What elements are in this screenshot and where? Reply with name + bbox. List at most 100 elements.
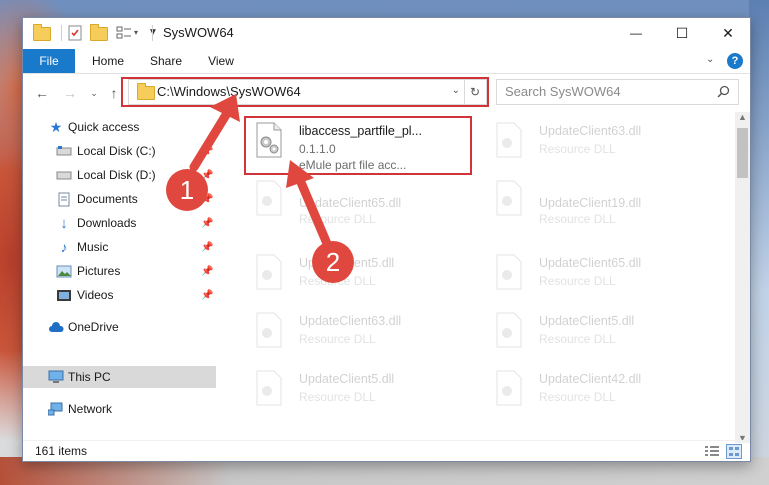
file-item[interactable]: UpdateClient5.dll Resource DLL [246, 250, 476, 302]
dll-file-icon [496, 312, 522, 348]
search-icon [717, 85, 730, 98]
file-name: UpdateClient63.dll [299, 314, 402, 328]
drive-icon [56, 168, 72, 182]
sidebar-item-local-disk-d[interactable]: Local Disk (D:) 📌 [23, 164, 216, 186]
tab-share[interactable]: Share [143, 49, 189, 73]
maximize-button[interactable]: ☐ [659, 18, 705, 48]
music-icon: ♪ [60, 239, 68, 255]
drive-icon [56, 144, 72, 158]
sidebar-item-label: Pictures [77, 264, 121, 278]
expand-ribbon-icon[interactable]: ⌄ [706, 54, 714, 65]
file-type: Resource DLL [299, 390, 376, 404]
pin-icon[interactable]: 📌 [201, 290, 213, 301]
properties-icon[interactable] [68, 25, 82, 41]
file-type: Resource DLL [539, 142, 616, 156]
file-type: Resource DLL [539, 212, 616, 226]
maximize-icon: ☐ [675, 24, 689, 41]
computer-icon [48, 370, 64, 384]
file-name: UpdateClient5.dll [299, 372, 395, 386]
sidebar-item-local-disk-c[interactable]: Local Disk (C:) 📌 [23, 140, 216, 162]
file-name: UpdateClient65.dll [299, 196, 402, 210]
pin-icon[interactable]: 📌 [201, 218, 213, 229]
scrollbar-thumb[interactable] [737, 128, 748, 178]
dll-file-icon [256, 254, 282, 290]
dll-file-icon [256, 370, 282, 406]
file-name: UpdateClient5.dll [539, 314, 635, 328]
sidebar-item-pictures[interactable]: Pictures 📌 [23, 260, 216, 282]
title-bar: ▾ ▼ SysWOW64 — ☐ ✕ [23, 18, 750, 48]
dll-file-icon [496, 180, 522, 216]
tab-file[interactable]: File [23, 49, 75, 73]
sidebar-item-label: Local Disk (D:) [77, 168, 156, 182]
search-input[interactable]: Search SysWOW64 [496, 79, 739, 105]
file-item[interactable]: UpdateClient5.dll Resource DLL [486, 308, 716, 360]
ribbon-tabs: File Home Share View ? ⌄ [23, 49, 750, 74]
scroll-up-icon[interactable]: ▲ [738, 112, 747, 122]
file-item[interactable]: UpdateClient63.dll Resource DLL [486, 118, 716, 170]
file-type: Resource DLL [539, 390, 616, 404]
dll-file-icon [496, 122, 522, 158]
folder-icon [33, 24, 51, 41]
tab-view[interactable]: View [199, 49, 243, 73]
file-item[interactable]: UpdateClient5.dll Resource DLL [246, 366, 476, 418]
close-icon: ✕ [722, 24, 734, 41]
file-item[interactable]: UpdateClient65.dll Resource DLL [486, 250, 716, 302]
dll-file-icon [256, 312, 282, 348]
sidebar-item-downloads[interactable]: ↓ Downloads 📌 [23, 212, 216, 234]
videos-icon [56, 288, 72, 302]
pin-icon[interactable]: 📌 [201, 242, 213, 253]
dll-file-icon [496, 370, 522, 406]
sidebar-item-videos[interactable]: Videos 📌 [23, 284, 216, 306]
sidebar-item-label: OneDrive [68, 320, 119, 334]
minimize-button[interactable]: — [613, 18, 659, 48]
sidebar-item-this-pc[interactable]: This PC [23, 366, 216, 388]
file-type: Resource DLL [299, 212, 376, 226]
file-item[interactable]: UpdateClient63.dll Resource DLL [246, 308, 476, 360]
download-icon: ↓ [60, 214, 68, 232]
dll-file-icon [496, 254, 522, 290]
file-highlight-box [244, 116, 472, 175]
pin-icon[interactable]: 📌 [201, 266, 213, 277]
pin-icon[interactable]: 📌 [201, 194, 213, 205]
file-item[interactable]: UpdateClient42.dll Resource DLL [486, 366, 716, 418]
item-count: 161 items [35, 444, 88, 458]
address-highlight-box [121, 77, 489, 107]
details-view-icon[interactable] [704, 445, 720, 458]
sidebar-item-documents[interactable]: Documents 📌 [23, 188, 216, 210]
quick-access-toolbar: ▾ ▼ [33, 24, 158, 41]
sidebar-item-label: Local Disk (C:) [77, 144, 156, 158]
file-explorer-window: ▾ ▼ SysWOW64 — ☐ ✕ File Home Share View … [22, 17, 751, 462]
file-name: UpdateClient5.dll [299, 256, 395, 270]
sidebar-item-label: Network [68, 402, 113, 416]
close-button[interactable]: ✕ [705, 18, 750, 48]
recent-locations-icon[interactable]: ⌄ [85, 84, 103, 102]
sidebar-item-onedrive[interactable]: OneDrive [23, 316, 216, 338]
file-name: UpdateClient42.dll [539, 372, 642, 386]
file-type: Resource DLL [299, 332, 376, 346]
view-options-icon[interactable] [116, 26, 132, 40]
pictures-icon [56, 264, 72, 278]
sidebar-item-label: Music [77, 240, 109, 254]
forward-icon[interactable]: → [61, 84, 79, 102]
tiles-view-icon[interactable] [726, 444, 742, 459]
help-icon[interactable]: ? [727, 53, 743, 69]
file-item[interactable]: UpdateClient19.dll Resource DLL [486, 176, 716, 228]
sidebar-item-network[interactable]: Network [23, 398, 216, 420]
sidebar-item-label: Quick access [68, 120, 140, 134]
file-name: UpdateClient19.dll [539, 196, 642, 210]
pin-icon[interactable]: 📌 [201, 146, 213, 157]
pin-icon[interactable]: 📌 [201, 170, 213, 181]
sidebar-item-quick-access[interactable]: ★ Quick access [23, 116, 216, 138]
dropdown-arrow-icon[interactable]: ▾ [134, 28, 138, 37]
vertical-scrollbar[interactable]: ▲ ▼ [735, 112, 750, 443]
minimize-icon: — [630, 26, 642, 40]
file-item[interactable]: UpdateClient65.dll Resource DLL [246, 176, 476, 228]
sidebar-item-music[interactable]: ♪ Music 📌 [23, 236, 216, 258]
back-icon[interactable]: ← [33, 84, 51, 102]
star-icon: ★ [49, 118, 63, 135]
documents-icon [56, 192, 72, 206]
sidebar-item-label: This PC [68, 370, 111, 384]
tab-home[interactable]: Home [83, 49, 133, 73]
file-name: UpdateClient63.dll [539, 124, 642, 138]
new-folder-icon[interactable] [90, 24, 108, 41]
